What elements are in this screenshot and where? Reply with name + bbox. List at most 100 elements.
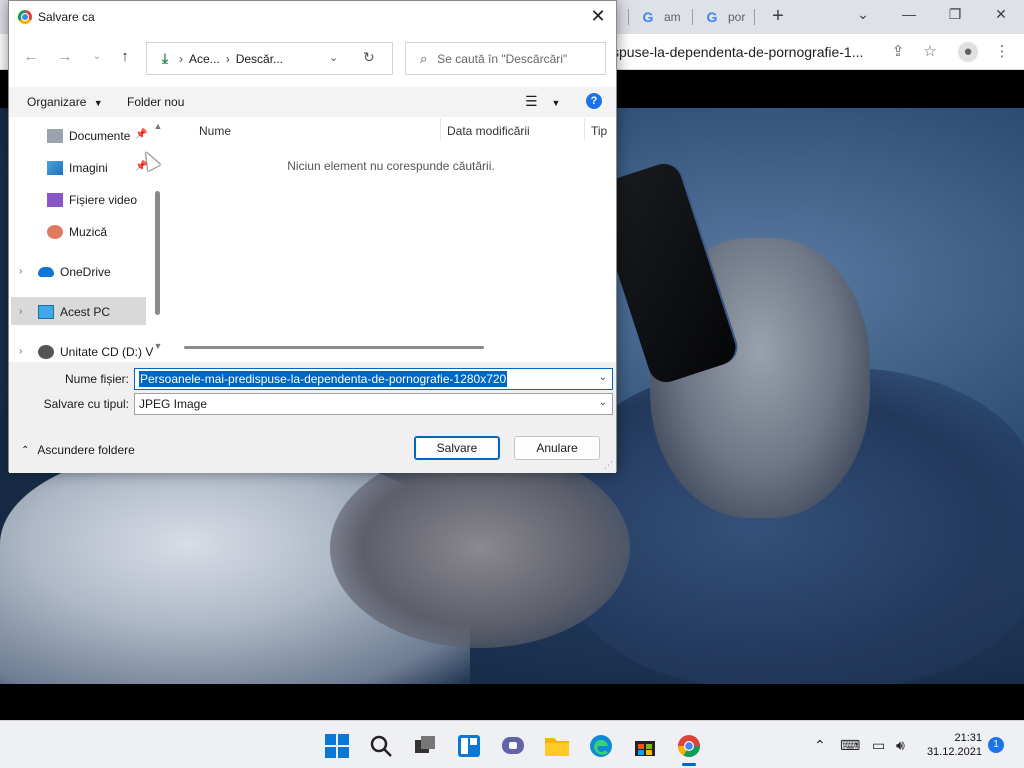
chevron-down-icon[interactable]: ⌄ [599,397,607,408]
command-bar: Organizare ▼ Folder nou ☰ ▼ ? [9,87,616,117]
restore-icon[interactable]: ❐ [932,0,978,30]
file-name-input[interactable]: Persoanele-mai-predispuse-la-dependenta-… [134,368,613,390]
widgets-button[interactable] [456,733,482,759]
downloads-icon: ⤓ [161,50,169,66]
hide-folders-toggle[interactable]: ⌃ Ascundere foldere [21,443,135,457]
file-explorer-button[interactable] [544,733,570,759]
search-icon: ⌕ [420,50,428,66]
start-button[interactable] [324,733,350,759]
system-clock[interactable]: 21:31 31.12.2021 [926,731,982,759]
image-face-shape [330,448,630,648]
nav-item-cd-drive[interactable]: Unitate CD (D:) V [38,340,153,362]
close-icon[interactable]: ✕ [586,5,610,29]
organize-label: Organizare [27,95,87,109]
tab-search-chevron-icon[interactable]: ⌄ [840,0,886,30]
edge-button[interactable] [588,733,614,759]
scroll-up-arrow-icon[interactable]: ▲ [152,121,164,131]
nav-item-this-pc[interactable]: Acest PC [38,300,110,324]
show-hidden-icons-chevron-icon[interactable]: ⌃ [814,737,826,754]
empty-results-message: Niciun element nu corespunde căutării. [287,159,495,173]
tab-separator [628,9,629,25]
widgets-icon [458,735,480,757]
new-folder-button[interactable]: Folder nou [127,95,184,109]
minimize-icon[interactable]: — [886,0,932,30]
column-separator[interactable] [584,118,585,140]
menu-kebab-icon[interactable]: ⋮ [992,42,1012,62]
videos-icon [47,193,63,207]
scrollbar-thumb[interactable] [155,191,160,315]
documents-icon [47,129,63,143]
notification-badge[interactable]: 1 [988,737,1004,753]
column-header-type[interactable]: Tip [591,124,607,138]
tab-google-2[interactable]: G por [696,4,753,30]
nav-item-label: Unitate CD (D:) V [60,345,154,359]
tab-separator [754,9,755,25]
profile-avatar-icon[interactable]: ● [958,42,978,62]
teams-chat-icon [502,737,524,754]
recent-locations-chevron-icon[interactable]: ⌄ [87,47,107,67]
store-button[interactable] [632,733,658,759]
file-name-selected-text: Persoanele-mai-predispuse-la-dependenta-… [139,371,508,387]
scroll-down-arrow-icon[interactable]: ▼ [152,341,164,351]
nav-item-label: Fișiere video [69,193,138,207]
expand-chevron-icon[interactable]: › [19,346,22,357]
volume-icon[interactable]: 🔊︎ [896,737,905,754]
chrome-icon [678,735,700,757]
save-button[interactable]: Salvare [414,436,500,460]
folder-icon [545,738,569,756]
network-icon[interactable]: ▭ [872,737,885,754]
expand-chevron-icon[interactable]: › [19,306,22,317]
column-header-name[interactable]: Nume [199,124,231,138]
caret-down-icon: ▼ [93,98,103,108]
save-type-label: Salvare cu tipul: [43,397,129,411]
task-view-button[interactable] [412,733,438,759]
caret-down-icon: ▼ [551,98,561,108]
dialog-titlebar[interactable]: Salvare ca ✕ [9,1,616,33]
keyboard-icon[interactable]: ⌨ [840,737,860,754]
back-arrow-icon[interactable]: ← [21,47,41,67]
expand-chevron-icon[interactable]: › [19,266,22,277]
clock-date: 31.12.2021 [926,746,982,758]
nav-item-documents[interactable]: Documente [47,124,130,148]
breadcrumb-this-pc[interactable]: Ace... [189,52,220,66]
column-separator[interactable] [440,118,441,140]
url-bar-text[interactable]: spuse-la-dependenta-de-pornografie-1... [612,44,863,60]
breadcrumb-downloads[interactable]: Descăr... [236,52,283,66]
chat-button[interactable] [500,733,526,759]
nav-item-music[interactable]: Muzică [47,220,107,244]
chrome-taskbar-button[interactable] [676,733,702,759]
organize-button[interactable]: Organizare ▼ [27,95,103,109]
chevron-down-icon[interactable]: ⌄ [599,372,607,383]
search-icon [370,735,392,757]
up-arrow-icon[interactable]: ↑ [115,47,135,67]
taskbar-search-button[interactable] [368,733,394,759]
cancel-button[interactable]: Anulare [514,436,600,460]
file-list-horizontal-scrollbar[interactable] [184,346,484,349]
nav-item-onedrive[interactable]: OneDrive [38,260,111,284]
nav-item-label: OneDrive [60,265,111,279]
address-bar[interactable]: ⤓ › Ace... › Descăr... ⌄ ↻ [146,42,393,75]
task-view-icon [415,736,435,753]
new-tab-button[interactable]: + [766,4,790,28]
column-header-date-modified[interactable]: Data modificării [447,124,530,138]
address-dropdown-chevron-icon[interactable]: ⌄ [329,51,338,64]
active-app-indicator [682,763,696,766]
nav-item-pictures[interactable]: Imagini [47,156,108,180]
resize-grip-icon[interactable]: ⋰ [604,460,613,471]
store-icon [635,741,655,756]
nav-item-videos[interactable]: Fișiere video [47,188,137,212]
nav-item-label: Muzică [69,225,108,239]
help-icon[interactable]: ? [586,93,602,109]
tab-separator [692,9,693,25]
search-box[interactable]: ⌕ Se caută în "Descărcări" [405,42,606,75]
window-close-icon[interactable]: ✕ [978,0,1024,30]
tab-google-1[interactable]: G am [632,4,689,30]
file-name-label: Nume fișier: [64,372,129,386]
view-options-button[interactable]: ☰ ▼ [525,93,560,110]
refresh-icon[interactable]: ↻ [363,49,375,66]
cd-drive-icon [38,345,54,359]
save-type-select[interactable]: JPEG Image ⌄ [134,393,613,415]
forward-arrow-icon[interactable]: → [55,47,75,67]
bookmark-star-icon[interactable]: ☆ [920,42,940,62]
share-icon[interactable]: ⇪ [888,42,908,62]
